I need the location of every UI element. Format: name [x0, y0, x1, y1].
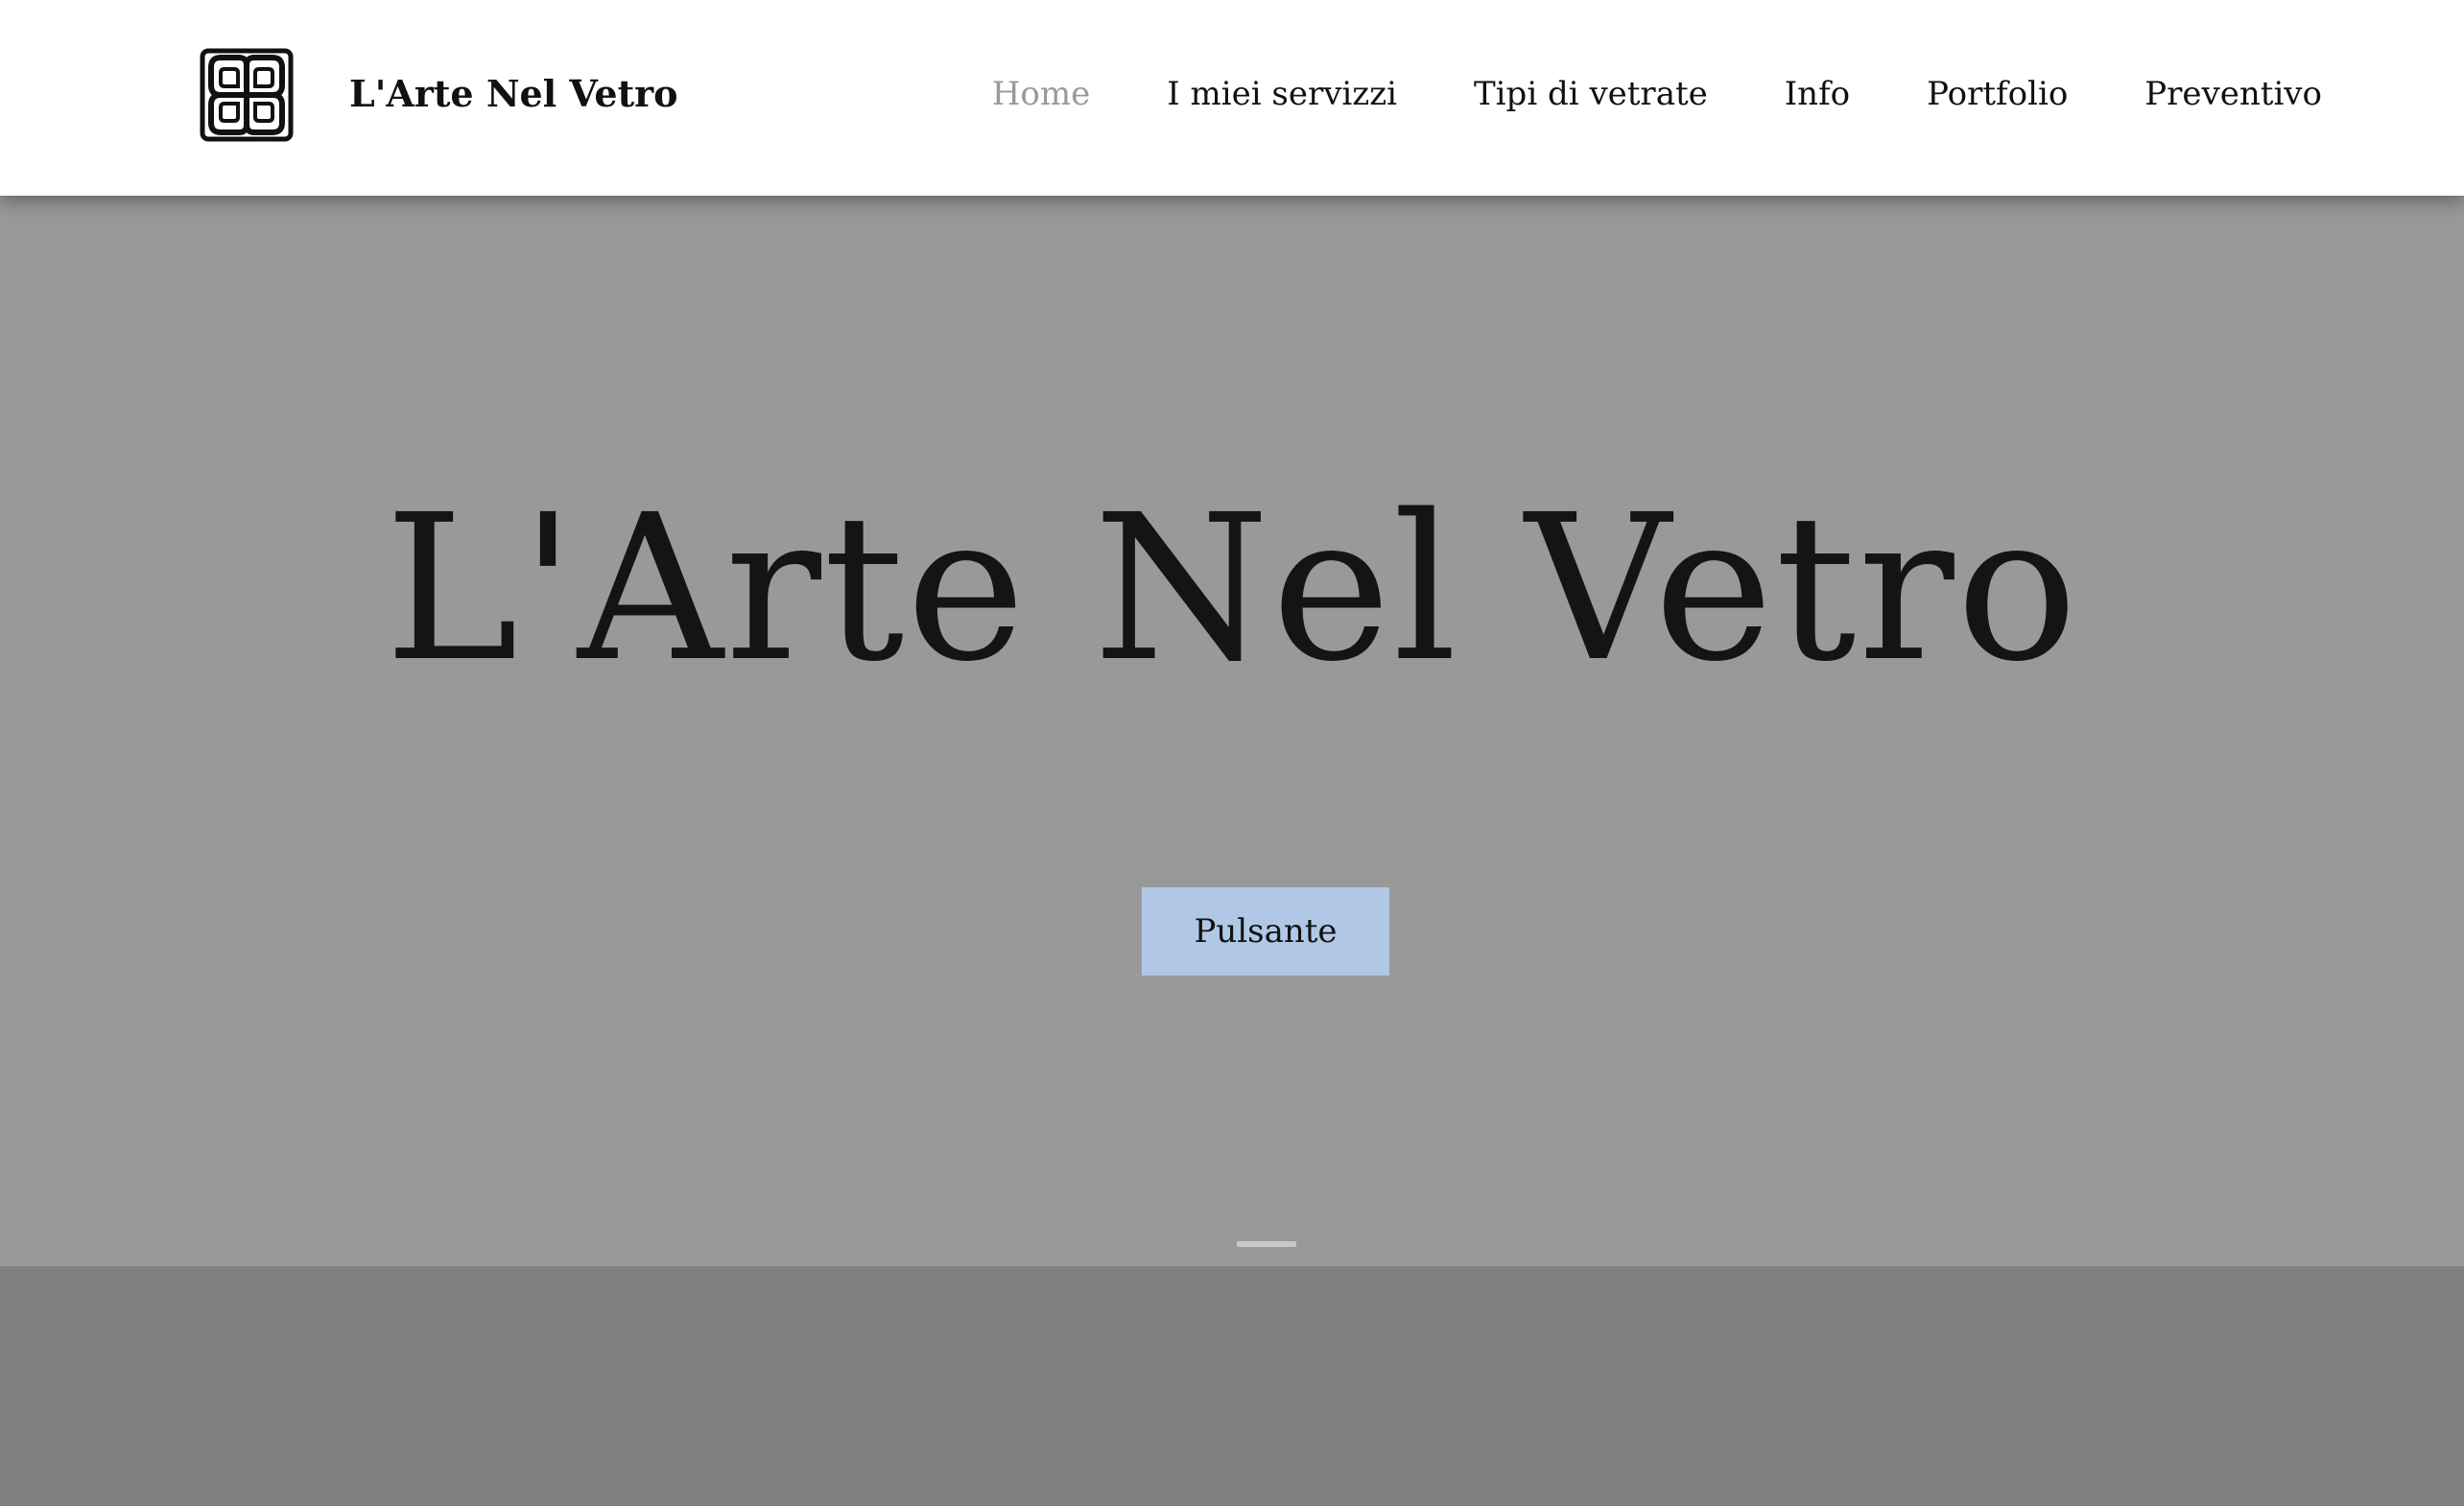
scroll-indicator[interactable]: [1237, 1241, 1296, 1247]
hero-section: L'Arte Nel Vetro Pulsante: [0, 196, 2464, 1266]
hero-cta-button[interactable]: Pulsante: [1142, 887, 1389, 976]
nav-item-home[interactable]: Home: [992, 69, 1090, 119]
lower-section: [0, 1266, 2464, 1506]
nav-item-tipi-di-vetrate[interactable]: Tipi di vetrate: [1474, 69, 1708, 119]
nav-item-preventivo[interactable]: Preventivo: [2144, 69, 2322, 119]
site-header: L'Arte Nel Vetro Home I miei servizzi Ti…: [0, 0, 2464, 196]
nav-item-portfolio[interactable]: Portfolio: [1927, 69, 2068, 119]
brand-name[interactable]: L'Arte Nel Vetro: [349, 69, 677, 119]
celtic-knot-logo-icon[interactable]: [200, 48, 294, 142]
nav-item-servizzi[interactable]: I miei servizzi: [1167, 69, 1397, 119]
nav-item-info[interactable]: Info: [1785, 69, 1850, 119]
hero-title: L'Arte Nel Vetro: [384, 471, 2080, 706]
main-nav: Home I miei servizzi Tipi di vetrate Inf…: [992, 69, 2322, 119]
